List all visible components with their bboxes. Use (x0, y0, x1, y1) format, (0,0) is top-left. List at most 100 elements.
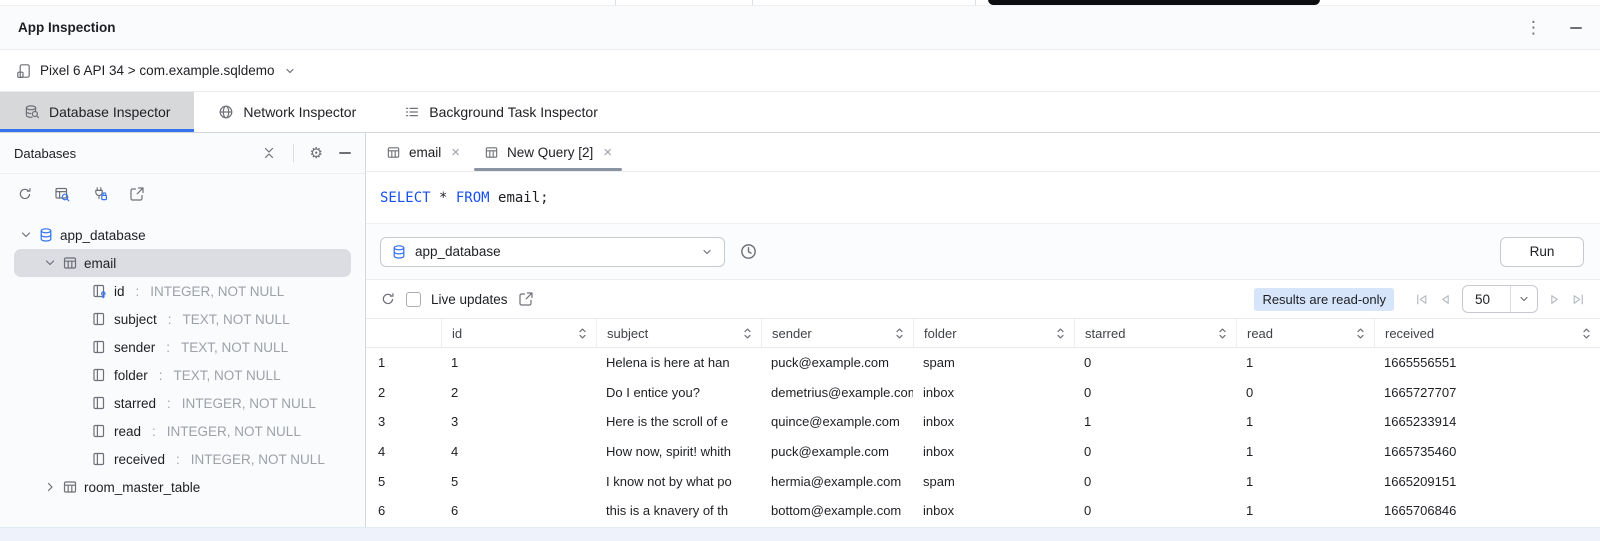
cell-folder[interactable]: spam (913, 474, 1074, 489)
sql-editor[interactable]: SELECT * FROM email; (366, 172, 1600, 224)
export-icon[interactable] (518, 291, 534, 307)
cell-subject[interactable]: How now, spirit! whith (596, 444, 761, 459)
cell-read[interactable]: 1 (1236, 355, 1374, 370)
cell-subject[interactable]: Helena is here at han (596, 355, 761, 370)
cell-starred[interactable]: 0 (1074, 355, 1236, 370)
bottom-scroll-strip[interactable] (0, 527, 1600, 541)
cell-received[interactable]: 1665727707 (1374, 385, 1600, 400)
column-header-folder[interactable]: folder (913, 319, 1074, 347)
cell-folder[interactable]: inbox (913, 414, 1074, 429)
cell-read[interactable]: 1 (1236, 414, 1374, 429)
query-history-icon[interactable] (739, 242, 758, 261)
page-size-selector[interactable]: 50 (1462, 285, 1538, 313)
cell-sender[interactable]: hermia@example.com (761, 474, 913, 489)
cell-read[interactable]: 1 (1236, 503, 1374, 518)
more-options-icon[interactable]: ⋮ (1525, 19, 1542, 36)
tab-background-task-inspector[interactable]: Background Task Inspector (380, 92, 622, 132)
export-icon[interactable] (129, 186, 145, 202)
cell-sender[interactable]: puck@example.com (761, 444, 913, 459)
cell-id[interactable]: 2 (441, 385, 596, 400)
cell-starred[interactable]: 0 (1074, 474, 1236, 489)
tree-item-column-received[interactable]: received:INTEGER, NOT NULL (0, 445, 365, 473)
refresh-icon[interactable] (17, 186, 33, 202)
cell-starred[interactable]: 0 (1074, 385, 1236, 400)
cell-received[interactable]: 1665556551 (1374, 355, 1600, 370)
cell-starred[interactable]: 0 (1074, 503, 1236, 518)
cell-received[interactable]: 1665735460 (1374, 444, 1600, 459)
cell-id[interactable]: 6 (441, 503, 596, 518)
column-header-id[interactable]: id (441, 319, 596, 347)
database-selector[interactable]: app_database (380, 237, 725, 267)
gear-icon[interactable]: ⚙ (310, 146, 323, 161)
tree-item-column-read[interactable]: read:INTEGER, NOT NULL (0, 417, 365, 445)
first-page-icon[interactable] (1414, 292, 1429, 307)
cell-sender[interactable]: demetrius@example.com (761, 385, 913, 400)
table-row[interactable]: 1 1 Helena is here at han puck@example.c… (366, 348, 1600, 378)
close-icon[interactable]: × (451, 145, 460, 160)
tab-database-inspector[interactable]: Database Inspector (0, 92, 194, 132)
cell-read[interactable]: 1 (1236, 474, 1374, 489)
table-row[interactable]: 6 6 this is a knavery of th bottom@examp… (366, 496, 1600, 526)
inspector-tabbar: Database Inspector Network Inspector Bac… (0, 92, 1600, 133)
cell-subject[interactable]: I know not by what po (596, 474, 761, 489)
sort-icon (1056, 327, 1065, 340)
cell-sender[interactable]: bottom@example.com (761, 503, 913, 518)
cell-folder[interactable]: inbox (913, 503, 1074, 518)
table-row[interactable]: 2 2 Do I entice you? demetrius@example.c… (366, 378, 1600, 408)
tab-email-table[interactable]: email × (374, 133, 472, 171)
collapse-all-icon[interactable] (261, 145, 277, 161)
keep-connections-open-icon[interactable] (92, 186, 108, 202)
tree-item-email[interactable]: email (14, 249, 351, 277)
next-page-icon[interactable] (1547, 292, 1562, 307)
device-process-bar[interactable]: Pixel 6 API 34 > com.example.sqldemo (0, 50, 1600, 92)
cell-folder[interactable]: inbox (913, 444, 1074, 459)
tree-item-column-sender[interactable]: sender:TEXT, NOT NULL (0, 333, 365, 361)
cell-received[interactable]: 1665209151 (1374, 474, 1600, 489)
previous-page-icon[interactable] (1438, 292, 1453, 307)
cell-read[interactable]: 0 (1236, 385, 1374, 400)
refresh-icon[interactable] (380, 291, 396, 307)
cell-folder[interactable]: spam (913, 355, 1074, 370)
cell-sender[interactable]: puck@example.com (761, 355, 913, 370)
cell-starred[interactable]: 0 (1074, 444, 1236, 459)
tree-item-column-folder[interactable]: folder:TEXT, NOT NULL (0, 361, 365, 389)
column-header-sender[interactable]: sender (761, 319, 913, 347)
cell-id[interactable]: 3 (441, 414, 596, 429)
tab-network-inspector[interactable]: Network Inspector (194, 92, 380, 132)
cell-id[interactable]: 5 (441, 474, 596, 489)
cell-read[interactable]: 1 (1236, 444, 1374, 459)
tree-item-column-id[interactable]: id:INTEGER, NOT NULL (0, 277, 365, 305)
column-header-starred[interactable]: starred (1074, 319, 1236, 347)
last-page-icon[interactable] (1571, 292, 1586, 307)
tab-new-query[interactable]: New Query [2] × (472, 133, 624, 171)
tree-item-app-database[interactable]: app_database (0, 221, 365, 249)
table-row[interactable]: 5 5 I know not by what po hermia@example… (366, 466, 1600, 496)
live-updates-checkbox[interactable] (406, 292, 421, 307)
run-button[interactable]: Run (1500, 237, 1584, 267)
hide-panel-icon[interactable] (339, 152, 351, 154)
cell-starred[interactable]: 1 (1074, 414, 1236, 429)
row-number: 3 (366, 414, 441, 429)
cell-folder[interactable]: inbox (913, 385, 1074, 400)
tree-item-room-master-table[interactable]: room_master_table (0, 473, 365, 501)
tree-item-column-subject[interactable]: subject:TEXT, NOT NULL (0, 305, 365, 333)
cell-received[interactable]: 1665706846 (1374, 503, 1600, 518)
column-header-subject[interactable]: subject (596, 319, 761, 347)
column-type: INTEGER, NOT NULL (182, 396, 316, 411)
column-header-received[interactable]: received (1374, 319, 1600, 347)
close-icon[interactable]: × (603, 145, 612, 160)
minimize-icon[interactable] (1570, 27, 1582, 29)
cell-received[interactable]: 1665233914 (1374, 414, 1600, 429)
cell-sender[interactable]: quince@example.com (761, 414, 913, 429)
cell-id[interactable]: 1 (441, 355, 596, 370)
cell-id[interactable]: 4 (441, 444, 596, 459)
table-row[interactable]: 4 4 How now, spirit! whith puck@example.… (366, 437, 1600, 467)
column-header-read[interactable]: read (1236, 319, 1374, 347)
cell-subject[interactable]: Here is the scroll of e (596, 414, 761, 429)
tree-item-column-starred[interactable]: starred:INTEGER, NOT NULL (0, 389, 365, 417)
column-type: TEXT, NOT NULL (181, 340, 288, 355)
new-query-icon[interactable] (54, 186, 71, 203)
table-row[interactable]: 3 3 Here is the scroll of e quince@examp… (366, 407, 1600, 437)
cell-subject[interactable]: Do I entice you? (596, 385, 761, 400)
cell-subject[interactable]: this is a knavery of th (596, 503, 761, 518)
